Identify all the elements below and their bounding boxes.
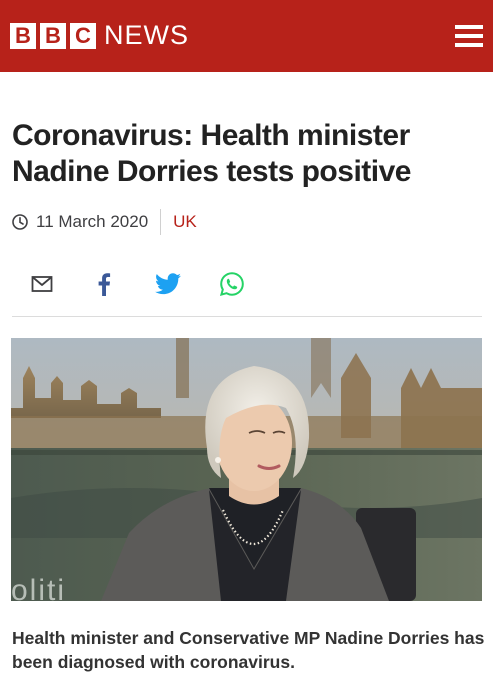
- category-link-uk[interactable]: UK: [173, 212, 197, 232]
- article-headline: Coronavirus: Health minister Nadine Dorr…: [12, 119, 411, 188]
- twitter-icon: [155, 273, 181, 295]
- whatsapp-icon: [219, 272, 244, 297]
- photo-caption: Health minister and Conservative MP Nadi…: [12, 628, 485, 672]
- facebook-share-button[interactable]: [90, 270, 118, 298]
- facebook-icon: [98, 273, 111, 296]
- photo-nadine-dorries: oliti: [11, 338, 482, 601]
- whatsapp-share-button[interactable]: [218, 270, 246, 298]
- hamburger-menu-icon[interactable]: [455, 23, 485, 49]
- photo-overlay-text: oliti: [11, 574, 66, 601]
- twitter-share-button[interactable]: [154, 270, 182, 298]
- meta-divider: [160, 209, 162, 235]
- share-divider: [12, 316, 482, 317]
- article-date: 11 March 2020: [36, 212, 149, 231]
- logo-letter-c: C: [70, 22, 96, 49]
- email-icon: [31, 276, 53, 292]
- clock-icon: [12, 214, 28, 230]
- share-bar: [28, 270, 268, 300]
- logo-letter-b1: B: [10, 22, 36, 49]
- article-photo: oliti: [11, 338, 482, 601]
- article-meta: 11 March 2020 UK: [12, 208, 197, 236]
- logo-news-text: NEWS: [104, 20, 189, 50]
- email-share-button[interactable]: [28, 270, 56, 298]
- site-header: B B C NEWS: [0, 0, 493, 72]
- logo-letter-b2: B: [40, 22, 66, 49]
- bbc-news-logo[interactable]: B B C NEWS: [10, 22, 189, 49]
